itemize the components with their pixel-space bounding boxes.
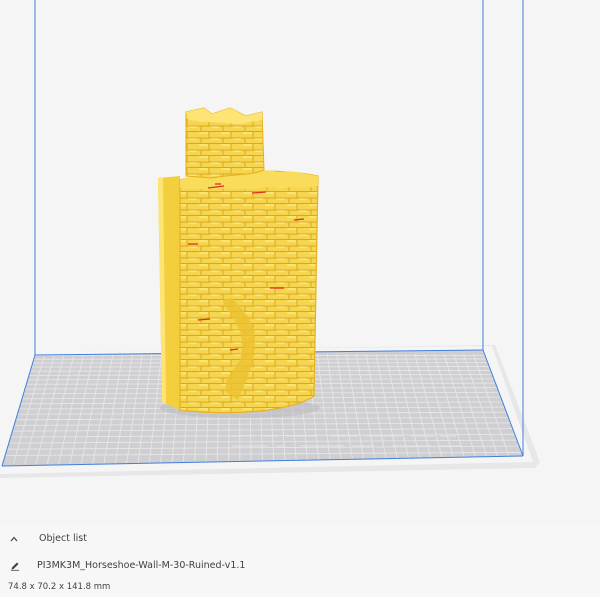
object-panel: Object list PI3MK3M_Horseshoe-Wall-M-30-…: [0, 525, 600, 597]
object-dimensions: 74.8 x 70.2 x 141.8 mm: [8, 582, 111, 592]
model-ruined-tower[interactable]: [158, 107, 320, 418]
object-file-name: PI3MK3M_Horseshoe-Wall-M-30-Ruined-v1.1: [37, 560, 246, 571]
build-volume-scene[interactable]: [0, 0, 600, 530]
object-file-row[interactable]: PI3MK3M_Horseshoe-Wall-M-30-Ruined-v1.1: [10, 560, 600, 571]
object-list-label: Object list: [39, 533, 87, 544]
3d-viewport[interactable]: [0, 0, 600, 530]
pencil-icon[interactable]: [10, 561, 20, 571]
object-list-header[interactable]: Object list: [10, 533, 600, 544]
chevron-up-icon[interactable]: [10, 535, 18, 543]
